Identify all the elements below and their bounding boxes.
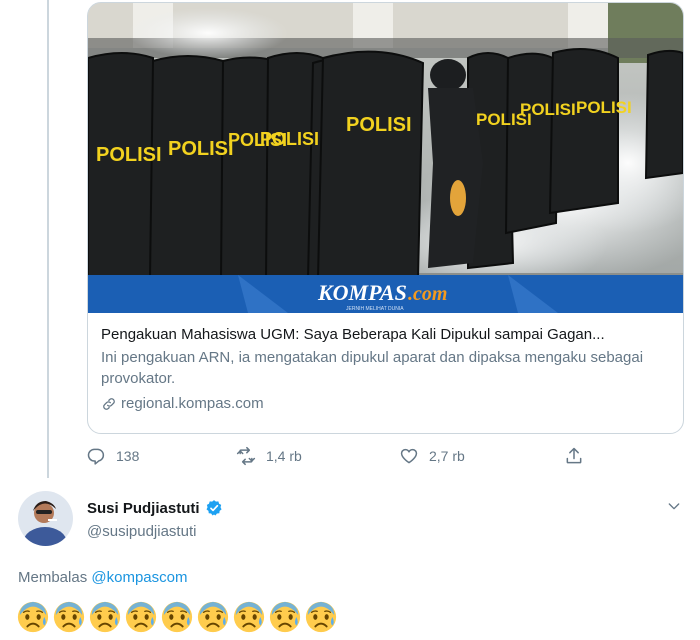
- share-button[interactable]: [564, 446, 584, 466]
- kompas-logo-suffix: .com: [408, 283, 447, 305]
- retweet-count: 1,4 rb: [266, 448, 302, 464]
- card-description: Ini pengakuan ARN, ia mengatakan dipukul…: [101, 349, 644, 387]
- anxious-sweat-emoji-icon: [305, 601, 337, 633]
- link-preview-card[interactable]: POLISI POLISI POLISI POLISI POLISI POLIS…: [87, 2, 684, 434]
- anxious-sweat-emoji-icon: [89, 601, 121, 633]
- replying-to: Membalas @kompascom: [18, 569, 187, 586]
- anxious-sweat-emoji-icon: [161, 601, 193, 633]
- reply-button[interactable]: 138: [86, 446, 139, 466]
- article-image[interactable]: POLISI POLISI POLISI POLISI POLISI POLIS…: [88, 3, 683, 313]
- user-name: Susi Pudjiastuti: [87, 499, 200, 517]
- anxious-sweat-emoji-icon: [53, 601, 85, 633]
- heart-icon: [400, 448, 418, 464]
- retweet-icon: [236, 446, 256, 466]
- anxious-sweat-emoji-icon: [197, 601, 229, 633]
- replying-prefix: Membalas: [18, 569, 88, 586]
- shield-label: POLISI: [520, 100, 576, 119]
- card-title[interactable]: Pengakuan Mahasiswa UGM: Saya Beberapa K…: [101, 325, 673, 345]
- anxious-sweat-emoji-icon: [17, 601, 49, 633]
- shield-label: POLISI: [168, 138, 234, 160]
- share-icon: [566, 447, 582, 464]
- user-handle[interactable]: @susipudjiastuti: [87, 523, 196, 540]
- shield-label: POLISI: [260, 129, 319, 149]
- anxious-sweat-emoji-icon: [269, 601, 301, 633]
- anxious-sweat-emoji-icon: [233, 601, 265, 633]
- shield-label: POLISI: [576, 98, 632, 117]
- verified-badge-icon: [206, 500, 222, 516]
- shield-label: POLISI: [96, 144, 162, 166]
- kompas-tagline: JERNIH MELIHAT DUNIA: [346, 306, 404, 312]
- like-button[interactable]: 2,7 rb: [399, 446, 465, 466]
- reply-icon: [87, 448, 105, 465]
- card-link[interactable]: regional.kompas.com: [101, 395, 673, 412]
- anxious-sweat-emoji-icon: [125, 601, 157, 633]
- emoji-row: [16, 600, 338, 634]
- card-domain: regional.kompas.com: [121, 395, 264, 412]
- link-icon: [103, 397, 115, 410]
- mention-link[interactable]: @kompascom: [91, 569, 187, 586]
- thread-connector-line: [47, 0, 49, 478]
- tweet-actions: 138 1,4 rb 2,7 rb: [86, 446, 686, 470]
- kompas-logo: KOMPAS: [317, 280, 407, 305]
- shield-label: POLISI: [346, 114, 412, 136]
- avatar[interactable]: [18, 491, 73, 546]
- chevron-down-icon[interactable]: [666, 498, 682, 514]
- retweet-button[interactable]: 1,4 rb: [236, 446, 302, 466]
- display-name[interactable]: Susi Pudjiastuti: [87, 499, 223, 517]
- reply-count: 138: [116, 448, 140, 464]
- like-count: 2,7 rb: [429, 448, 465, 464]
